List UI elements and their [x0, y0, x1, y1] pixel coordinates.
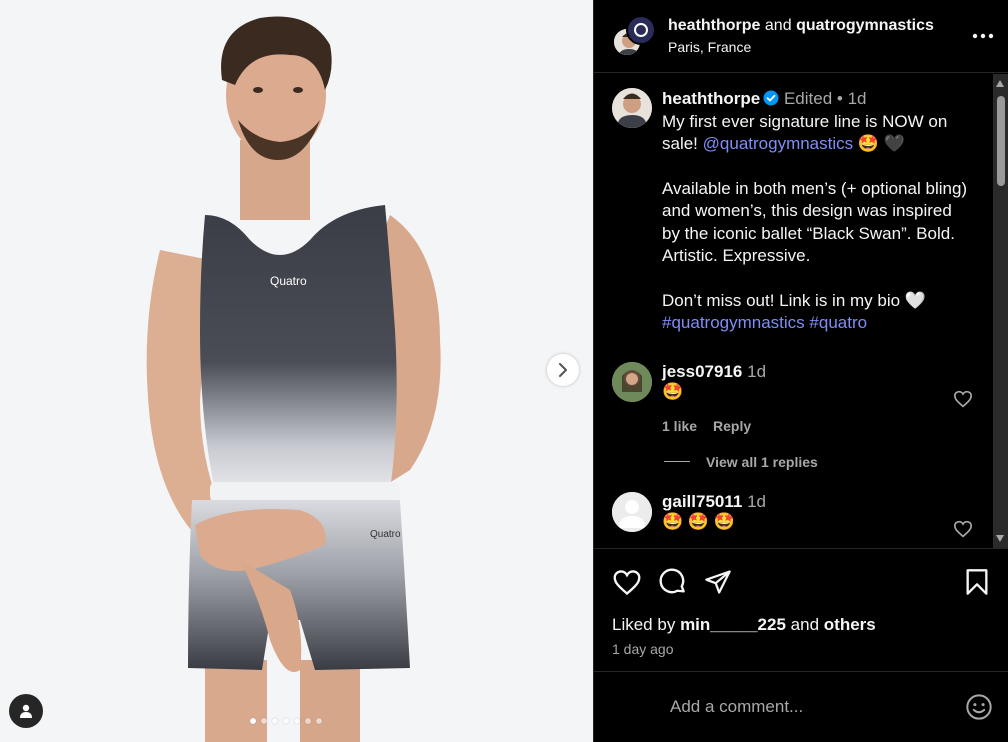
- more-options-button[interactable]: [972, 21, 994, 43]
- caption-line1-emoji: 🤩 🖤: [857, 134, 905, 153]
- liked-by-prefix: Liked by: [612, 615, 676, 634]
- share-icon: [705, 570, 731, 594]
- post-details-panel: heaththorpe and quatrogymnastics Paris, …: [593, 0, 1008, 742]
- carousel-dot: [316, 718, 322, 724]
- meta-separator: •: [836, 89, 843, 108]
- post-header: heaththorpe and quatrogymnastics Paris, …: [594, 0, 1008, 73]
- emoji-icon: [966, 694, 992, 720]
- carousel-dot: [250, 718, 256, 724]
- comment-text: 🤩 🤩 🤩: [662, 511, 735, 531]
- comment-item: gaill75011 1d 🤩 🤩 🤩: [594, 491, 1008, 537]
- comment-like-button[interactable]: [953, 390, 973, 413]
- next-slide-button[interactable]: [547, 354, 579, 386]
- comment-item: jess07916 1d 🤩 1 like Reply: [594, 361, 1008, 434]
- liked-by: Liked by min_____225 and others: [594, 615, 1008, 635]
- comment-avatar[interactable]: [612, 361, 652, 402]
- reply-button[interactable]: Reply: [713, 418, 751, 434]
- scroll-up-arrow[interactable]: [996, 80, 1004, 87]
- comment-text: 🤩: [662, 381, 684, 401]
- collaborator-avatar[interactable]: [626, 15, 656, 45]
- caption-mention[interactable]: @quatrogymnastics: [703, 134, 854, 153]
- caption-age: 1d: [847, 89, 867, 108]
- comment-icon: [659, 568, 685, 594]
- bookmark-icon: [966, 569, 988, 595]
- caption-para3-emoji: 🤍: [904, 290, 926, 310]
- emoji-button[interactable]: [965, 693, 993, 721]
- more-icon: [972, 33, 994, 39]
- hashtag-link[interactable]: #quatro: [809, 313, 867, 332]
- caption-username[interactable]: heaththorpe: [662, 89, 760, 108]
- caption-para2: Available in both men’s (+ optional blin…: [662, 178, 968, 266]
- liked-by-others[interactable]: others: [824, 615, 876, 634]
- user-tags-button[interactable]: [9, 694, 43, 728]
- comment-username[interactable]: gaill75011: [662, 492, 742, 511]
- carousel-indicator: [250, 718, 322, 724]
- post-timestamp[interactable]: 1 day ago: [594, 641, 1008, 657]
- hashtag-link[interactable]: #quatrogymnastics: [662, 313, 805, 332]
- comments-list[interactable]: heaththorpe Edited • 1d My first ever si…: [594, 74, 1008, 548]
- heart-icon: [953, 390, 973, 407]
- carousel-dot: [261, 718, 267, 724]
- share-button[interactable]: [704, 568, 732, 596]
- collaborator-username[interactable]: quatrogymnastics: [796, 17, 934, 34]
- shorts-logo: Quatro: [370, 529, 401, 540]
- heart-icon: [613, 569, 641, 595]
- view-replies-label: View all 1 replies: [706, 453, 818, 470]
- scroll-down-arrow[interactable]: [996, 535, 1004, 542]
- liked-by-connector: and: [790, 615, 820, 634]
- collab-avatars[interactable]: [612, 15, 656, 57]
- carousel-dot: [283, 718, 289, 724]
- post-actions: Liked by min_____225 and others 1 day ag…: [594, 548, 1008, 671]
- author-username[interactable]: heaththorpe: [668, 17, 760, 34]
- location-link[interactable]: Paris, France: [668, 39, 972, 55]
- comment-like-button[interactable]: [953, 520, 973, 543]
- liked-by-user[interactable]: min_____225: [680, 615, 786, 634]
- comment-age: 1d: [747, 491, 766, 511]
- comment-age: 1d: [747, 361, 767, 381]
- like-button[interactable]: [612, 569, 642, 596]
- save-button[interactable]: [965, 568, 989, 601]
- heart-icon: [953, 520, 973, 537]
- comment-likes[interactable]: 1 like: [662, 418, 697, 434]
- verified-icon: [763, 90, 779, 106]
- shirt-logo: Quatro: [270, 274, 307, 288]
- post-media[interactable]: Quatro Quatro: [0, 0, 593, 742]
- collab-connector: and: [764, 17, 792, 34]
- user-tag-icon: [20, 704, 32, 718]
- carousel-dot: [272, 718, 278, 724]
- caption-avatar[interactable]: [612, 88, 652, 128]
- scroll-thumb[interactable]: [997, 96, 1005, 186]
- chevron-right-icon: [559, 363, 567, 377]
- add-comment-bar: [594, 671, 1008, 742]
- caption-para3: Don’t miss out! Link is in my bio: [662, 290, 901, 310]
- comment-avatar[interactable]: [612, 491, 652, 532]
- edited-label: Edited: [783, 89, 833, 108]
- comments-scrollbar[interactable]: [993, 74, 1008, 548]
- comment-button[interactable]: [658, 567, 688, 597]
- carousel-dot: [294, 718, 300, 724]
- comment-username[interactable]: jess07916: [662, 362, 742, 381]
- post-header-names: heaththorpe and quatrogymnastics: [668, 17, 972, 35]
- comment-input[interactable]: [670, 697, 965, 717]
- carousel-dot: [305, 718, 311, 724]
- caption: heaththorpe Edited • 1d My first ever si…: [594, 74, 1008, 335]
- view-replies-button[interactable]: View all 1 replies: [594, 454, 1008, 470]
- post-photo: Quatro Quatro: [146, 16, 441, 742]
